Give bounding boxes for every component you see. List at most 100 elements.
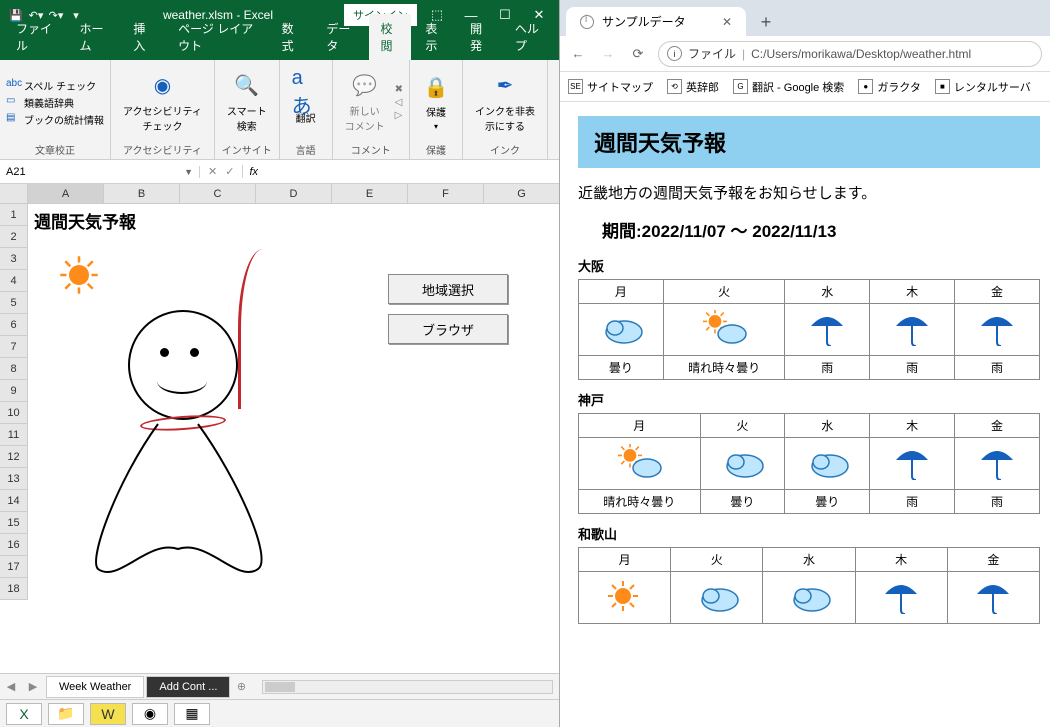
day-header: 火 bbox=[671, 548, 763, 572]
row-header[interactable]: 13 bbox=[0, 468, 27, 490]
smartlookup-button[interactable]: 🔍スマート 検索 bbox=[221, 70, 273, 135]
browser-tab[interactable]: サンプルデータ ✕ bbox=[566, 7, 746, 36]
weather-icon-cell bbox=[663, 304, 785, 356]
row-header[interactable]: 17 bbox=[0, 556, 27, 578]
address-bar[interactable]: i ファイル | C:/Users/morikawa/Desktop/weath… bbox=[658, 41, 1042, 67]
bookmark-item[interactable]: ●ガラクタ bbox=[858, 79, 921, 95]
row-header[interactable]: 14 bbox=[0, 490, 27, 512]
forecast-table: 月火水木金 bbox=[578, 547, 1040, 624]
row-header[interactable]: 12 bbox=[0, 446, 27, 468]
taskbar-app-icon[interactable]: ▦ bbox=[174, 703, 210, 725]
tab-pagelayout[interactable]: ページ レイアウト bbox=[166, 14, 267, 60]
row-header[interactable]: 2 bbox=[0, 226, 27, 248]
fx-icon[interactable]: fx bbox=[243, 166, 264, 178]
weather-icon-cell bbox=[955, 304, 1040, 356]
workbook-stats-button[interactable]: ▤ブックの統計情報 bbox=[6, 112, 104, 127]
newcomment-button[interactable]: 💬新しい コメント bbox=[339, 70, 391, 135]
day-header: 木 bbox=[870, 280, 955, 304]
tab-data[interactable]: データ bbox=[314, 14, 366, 60]
row-header[interactable]: 4 bbox=[0, 270, 27, 292]
browser-toolbar: ← → ⟳ i ファイル | C:/Users/morikawa/Desktop… bbox=[560, 36, 1050, 72]
group-language: 言語 bbox=[286, 140, 326, 157]
col-header[interactable]: D bbox=[256, 184, 332, 203]
new-sheet-icon[interactable]: ⊕ bbox=[230, 680, 252, 693]
accessibility-button[interactable]: ◉アクセシビリティ チェック bbox=[117, 70, 208, 135]
row-header[interactable]: 1 bbox=[0, 204, 27, 226]
row-header[interactable]: 3 bbox=[0, 248, 27, 270]
day-header: 木 bbox=[855, 548, 947, 572]
sheet-tab-bar: ◀ ▶ Week Weather Add Cont ... ⊕ bbox=[0, 673, 559, 699]
new-tab-button[interactable]: + bbox=[752, 8, 780, 36]
back-icon[interactable]: ← bbox=[568, 46, 588, 61]
site-info-icon[interactable]: i bbox=[667, 46, 682, 61]
row-header[interactable]: 10 bbox=[0, 402, 27, 424]
region-select-button[interactable]: 地域選択 bbox=[388, 274, 508, 304]
tab-review[interactable]: 校閲 bbox=[369, 14, 412, 60]
thesaurus-button[interactable]: ▭類義語辞典 bbox=[6, 95, 104, 110]
bookmark-item[interactable]: G翻訳 - Google 検索 bbox=[733, 79, 844, 95]
row-header[interactable]: 18 bbox=[0, 578, 27, 600]
reload-icon[interactable]: ⟳ bbox=[628, 46, 648, 62]
weather-icon-cell bbox=[947, 572, 1039, 624]
taskbar-chrome-icon[interactable]: ◉ bbox=[132, 703, 168, 725]
tab-close-icon[interactable]: ✕ bbox=[722, 15, 732, 29]
row-header[interactable]: 6 bbox=[0, 314, 27, 336]
formula-bar: A21▼ ✕ ✓ fx bbox=[0, 160, 559, 184]
taskbar-word-icon[interactable]: W bbox=[90, 703, 126, 725]
stats-icon: ▤ bbox=[6, 112, 20, 126]
sheet-next-icon[interactable]: ▶ bbox=[22, 680, 44, 693]
spellcheck-button[interactable]: abcスペル チェック bbox=[6, 78, 104, 93]
translate-button[interactable]: aあ翻訳 bbox=[286, 77, 326, 127]
page-description: 近畿地方の週間天気予報をお知らせします。 bbox=[578, 182, 1040, 203]
day-header: 火 bbox=[663, 280, 785, 304]
col-header[interactable]: G bbox=[484, 184, 559, 203]
col-header[interactable]: A bbox=[28, 184, 104, 203]
sheet-tab-week[interactable]: Week Weather bbox=[46, 676, 144, 698]
row-header[interactable]: 8 bbox=[0, 358, 27, 380]
day-header: 水 bbox=[785, 280, 870, 304]
tab-insert[interactable]: 挿入 bbox=[121, 14, 164, 60]
col-header[interactable]: B bbox=[104, 184, 180, 203]
day-header: 火 bbox=[700, 414, 785, 438]
tab-home[interactable]: ホーム bbox=[68, 14, 120, 60]
col-header[interactable]: C bbox=[180, 184, 256, 203]
tab-help[interactable]: ヘルプ bbox=[503, 14, 555, 60]
bookmark-icon: ● bbox=[858, 79, 873, 94]
chevron-down-icon[interactable]: ▼ bbox=[184, 167, 193, 177]
bookmark-icon: ⟲ bbox=[667, 79, 682, 94]
taskbar-excel-icon[interactable]: X bbox=[6, 703, 42, 725]
row-header[interactable]: 5 bbox=[0, 292, 27, 314]
group-accessibility: アクセシビリティ bbox=[117, 140, 208, 157]
tab-view[interactable]: 表示 bbox=[413, 14, 456, 60]
sheet-tab-addcont[interactable]: Add Cont ... bbox=[146, 676, 230, 698]
bookmark-item[interactable]: SEサイトマップ bbox=[568, 79, 653, 95]
col-header[interactable]: F bbox=[408, 184, 484, 203]
enter-icon[interactable]: ✓ bbox=[225, 165, 234, 178]
row-header[interactable]: 15 bbox=[0, 512, 27, 534]
sheet-prev-icon[interactable]: ◀ bbox=[0, 680, 22, 693]
bookmark-item[interactable]: ■レンタルサーバ bbox=[935, 79, 1031, 95]
hideink-button[interactable]: ✒インクを非表 示にする bbox=[469, 70, 541, 135]
row-header[interactable]: 16 bbox=[0, 534, 27, 556]
worksheet[interactable]: 123456789101112131415161718 ABCDEFG 週間天気… bbox=[0, 184, 559, 673]
horizontal-scrollbar[interactable] bbox=[262, 680, 553, 694]
forward-icon[interactable]: → bbox=[598, 46, 618, 61]
tab-developer[interactable]: 開発 bbox=[458, 14, 501, 60]
weather-icon-cell bbox=[763, 572, 855, 624]
ribbon-tabs: ファイル ホーム 挿入 ページ レイアウト 数式 データ 校閲 表示 開発 ヘル… bbox=[0, 30, 559, 60]
browser-button[interactable]: ブラウザ bbox=[388, 314, 508, 344]
cancel-icon[interactable]: ✕ bbox=[208, 165, 217, 178]
row-header[interactable]: 9 bbox=[0, 380, 27, 402]
protect-button[interactable]: 🔒保護▾ bbox=[416, 71, 456, 133]
bookmarks-bar: SEサイトマップ ⟲英辞郎 G翻訳 - Google 検索 ●ガラクタ ■レンタルサーバ bbox=[560, 72, 1050, 102]
bookmark-item[interactable]: ⟲英辞郎 bbox=[667, 79, 719, 95]
tab-file[interactable]: ファイル bbox=[4, 14, 66, 60]
tab-formulas[interactable]: 数式 bbox=[270, 14, 313, 60]
col-header[interactable]: E bbox=[332, 184, 408, 203]
name-box[interactable]: A21▼ bbox=[0, 166, 200, 178]
row-header[interactable]: 11 bbox=[0, 424, 27, 446]
bookmark-icon: G bbox=[733, 79, 748, 94]
row-header[interactable]: 7 bbox=[0, 336, 27, 358]
taskbar-explorer-icon[interactable]: 📁 bbox=[48, 703, 84, 725]
group-proofing: 文章校正 bbox=[6, 140, 104, 157]
